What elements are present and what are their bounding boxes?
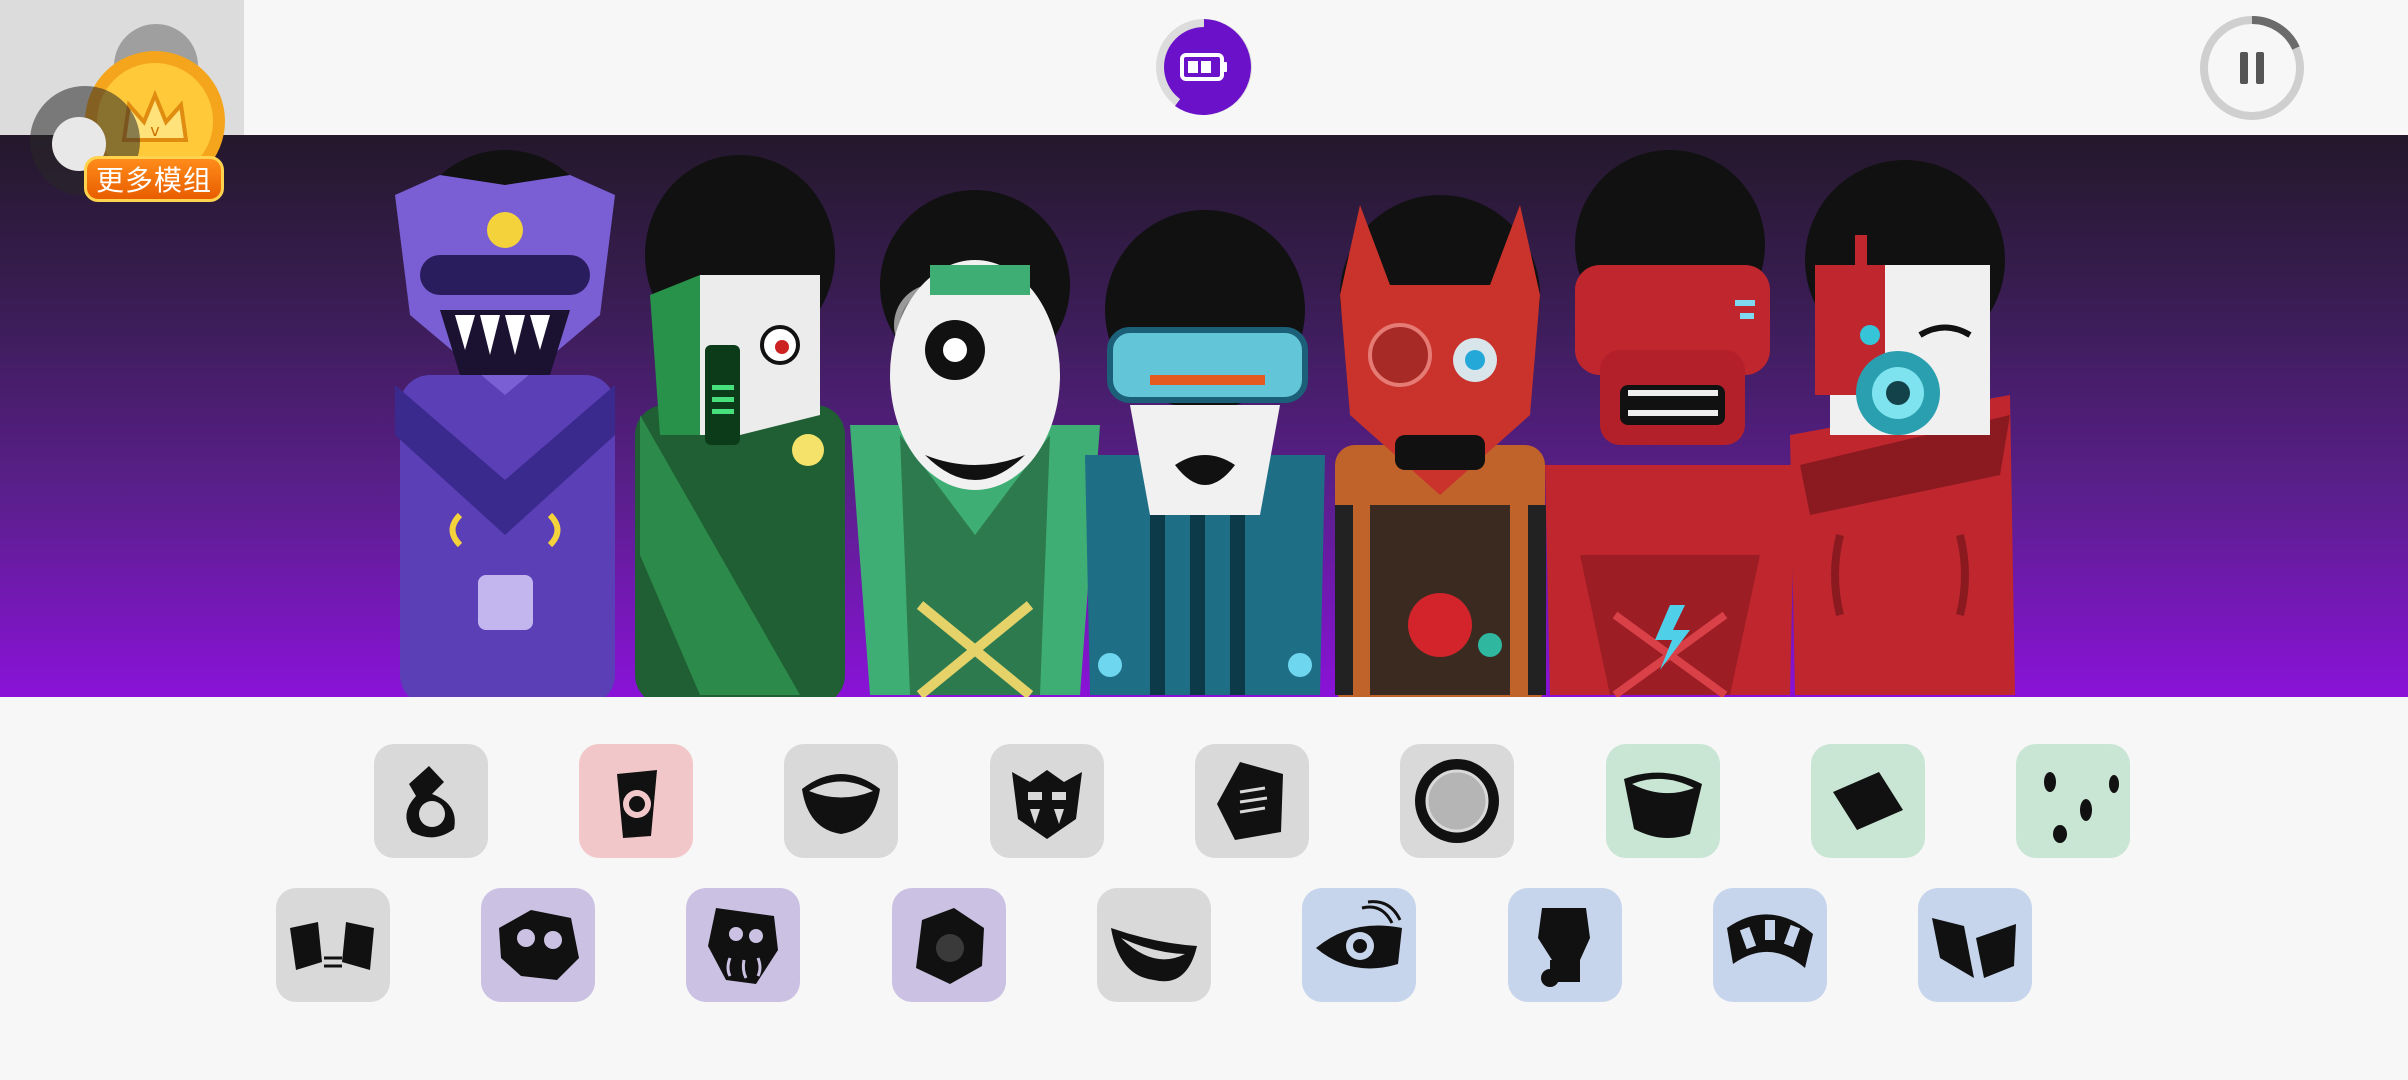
eye-sound-icon [1316,900,1402,969]
character-red-horned[interactable] [1335,195,1546,697]
sound-slot[interactable] [579,744,693,858]
plug-sound-icon [1538,908,1590,987]
sound-slot[interactable] [1097,888,1211,1002]
basin-sound-icon [1624,772,1702,838]
sound-slot[interactable] [2016,744,2130,858]
flower-sound-icon [916,908,984,984]
character-green-skull[interactable] [850,190,1100,697]
square-sound-icon [1833,772,1903,830]
octopus-sound-icon [708,908,778,984]
pause-icon [2240,52,2264,84]
sound-slot[interactable] [1508,888,1622,1002]
sound-slot[interactable] [374,744,488,858]
wing-sound-icon [1932,918,2016,978]
sound-slot[interactable] [686,888,800,1002]
sound-slot[interactable] [1713,888,1827,1002]
skull-mask-sound-icon [499,910,579,980]
characters-lineup [395,150,2015,697]
sound-slot[interactable] [1302,888,1416,1002]
sound-slot[interactable] [1400,744,1514,858]
sound-slot[interactable] [481,888,595,1002]
sound-slot[interactable] [1918,888,2032,1002]
svg-text:v: v [150,121,159,140]
smile-sound-icon [1111,928,1197,982]
goggles-sound-icon [290,922,374,970]
more-mods-button[interactable]: 更多模组 [84,156,224,202]
character-teal-visor[interactable] [1085,210,1325,695]
sun-gear-sound-icon [1415,759,1499,843]
character-red-helmet[interactable] [1545,150,1795,697]
pause-button[interactable] [2198,14,2306,122]
striped-band-sound-icon [1727,914,1813,968]
fang-face-sound-icon [1012,770,1082,839]
sound-slot[interactable] [1606,744,1720,858]
sound-slot[interactable] [1195,744,1309,858]
sound-slot[interactable] [892,888,1006,1002]
sound-slot[interactable] [784,744,898,858]
hook-sound-icon [406,766,455,838]
battery-button[interactable] [1155,18,1253,116]
droplets-sound-icon [2044,772,2119,843]
bowl-sound-icon [802,774,880,834]
hexagon-grill-sound-icon [1217,762,1283,840]
character-red-respirator[interactable] [1790,160,2015,695]
sound-slot[interactable] [990,744,1104,858]
sound-slot[interactable] [1811,744,1925,858]
cup-sound-icon [617,770,657,838]
character-purple-demon[interactable] [395,150,615,697]
sound-slot[interactable] [276,888,390,1002]
character-stage [0,135,2408,697]
character-green-masked[interactable] [635,155,845,697]
